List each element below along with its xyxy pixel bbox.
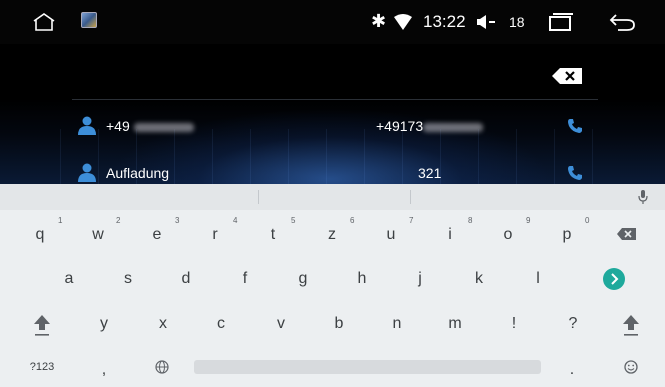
key-x[interactable]: x bbox=[143, 304, 183, 344]
key-z[interactable]: z bbox=[312, 215, 352, 255]
key-h[interactable]: h bbox=[342, 259, 382, 299]
key-c[interactable]: c bbox=[201, 304, 241, 344]
key-u[interactable]: u bbox=[371, 215, 411, 255]
key-hint-number: 7 bbox=[409, 216, 414, 225]
home-icon[interactable] bbox=[32, 13, 56, 31]
enter-button[interactable] bbox=[594, 259, 634, 299]
mic-icon[interactable] bbox=[638, 190, 648, 204]
key-w[interactable]: w bbox=[78, 215, 118, 255]
chevron-right-icon bbox=[603, 268, 625, 290]
wifi-icon bbox=[394, 14, 412, 30]
volume-level: 18 bbox=[509, 14, 525, 30]
dialer-panel: +49 +49173 Aufladung 321 bbox=[0, 44, 665, 184]
key-hint-number: 9 bbox=[526, 216, 531, 225]
key-b[interactable]: b bbox=[319, 304, 359, 344]
person-icon bbox=[78, 163, 96, 182]
symbols-key[interactable]: ?123 bbox=[22, 347, 62, 387]
key-hint-number: 4 bbox=[233, 216, 238, 225]
key-q[interactable]: q bbox=[20, 215, 60, 255]
key-l[interactable]: l bbox=[518, 259, 558, 299]
contact-number: +49173 bbox=[376, 118, 484, 135]
key-hint-number: 6 bbox=[350, 216, 355, 225]
status-bar: ✱ 13:22 18 bbox=[0, 0, 665, 44]
period-key[interactable]: . bbox=[552, 350, 592, 387]
key-v[interactable]: v bbox=[261, 304, 301, 344]
input-divider bbox=[72, 99, 598, 100]
key-hint-number: 8 bbox=[468, 216, 473, 225]
contact-name: Aufladung bbox=[106, 165, 170, 181]
key-n[interactable]: n bbox=[377, 304, 417, 344]
key-m[interactable]: m bbox=[435, 304, 475, 344]
key-d[interactable]: d bbox=[166, 259, 206, 299]
key-a[interactable]: a bbox=[49, 259, 89, 299]
key-o[interactable]: o bbox=[488, 215, 528, 255]
shift-icon[interactable] bbox=[611, 304, 651, 344]
key-![interactable]: ! bbox=[494, 304, 534, 344]
app-icon[interactable] bbox=[81, 12, 97, 28]
key-j[interactable]: j bbox=[400, 259, 440, 299]
recent-apps-icon[interactable] bbox=[548, 12, 574, 32]
key-s[interactable]: s bbox=[108, 259, 148, 299]
key-g[interactable]: g bbox=[283, 259, 323, 299]
redacted-text bbox=[423, 122, 484, 132]
clock: 13:22 bbox=[423, 12, 466, 31]
key-hint-number: 3 bbox=[175, 216, 180, 225]
key-y[interactable]: y bbox=[84, 304, 124, 344]
suggestion-strip bbox=[0, 184, 665, 210]
key-hint-number: 1 bbox=[58, 216, 63, 225]
contact-number: 321 bbox=[418, 165, 442, 181]
globe-icon[interactable] bbox=[142, 347, 182, 387]
suggestion-divider bbox=[410, 190, 411, 204]
person-icon bbox=[78, 116, 96, 135]
suggestion-divider bbox=[258, 190, 259, 204]
key-r[interactable]: r bbox=[195, 215, 235, 255]
key-f[interactable]: f bbox=[225, 259, 265, 299]
key-t[interactable]: t bbox=[253, 215, 293, 255]
key-i[interactable]: i bbox=[430, 215, 470, 255]
back-icon[interactable] bbox=[608, 12, 636, 32]
bluetooth-icon: ✱ bbox=[371, 11, 387, 31]
emoji-icon[interactable] bbox=[611, 347, 651, 387]
onscreen-keyboard: q 1 w 2 e 3 r 4 t 5 z 6 u 7 i 8 o 9 p 0 a s d f g h j k l y x c v b n m!? ?… bbox=[0, 184, 665, 387]
key-hint-number: 2 bbox=[116, 216, 121, 225]
contact-row[interactable]: +49 +49173 bbox=[72, 114, 598, 140]
key-hint-number: 0 bbox=[585, 216, 590, 225]
key-?[interactable]: ? bbox=[553, 304, 593, 344]
spacebar[interactable] bbox=[194, 360, 541, 374]
key-k[interactable]: k bbox=[459, 259, 499, 299]
phone-icon[interactable] bbox=[568, 119, 582, 133]
comma-key[interactable]: , bbox=[84, 350, 124, 387]
redacted-text bbox=[133, 122, 194, 132]
car-dialer-screen: ✱ 13:22 18 +49 +49173 Aufladung 321 q 1 … bbox=[0, 0, 665, 387]
phone-icon[interactable] bbox=[568, 166, 582, 180]
contact-name: +49 bbox=[106, 118, 194, 135]
key-hint-number: 5 bbox=[291, 216, 296, 225]
key-p[interactable]: p bbox=[547, 215, 587, 255]
shift-icon[interactable] bbox=[22, 304, 62, 344]
backspace-icon[interactable] bbox=[608, 214, 648, 254]
volume-icon[interactable] bbox=[476, 14, 496, 30]
key-e[interactable]: e bbox=[137, 215, 177, 255]
backspace-icon[interactable] bbox=[552, 68, 582, 84]
